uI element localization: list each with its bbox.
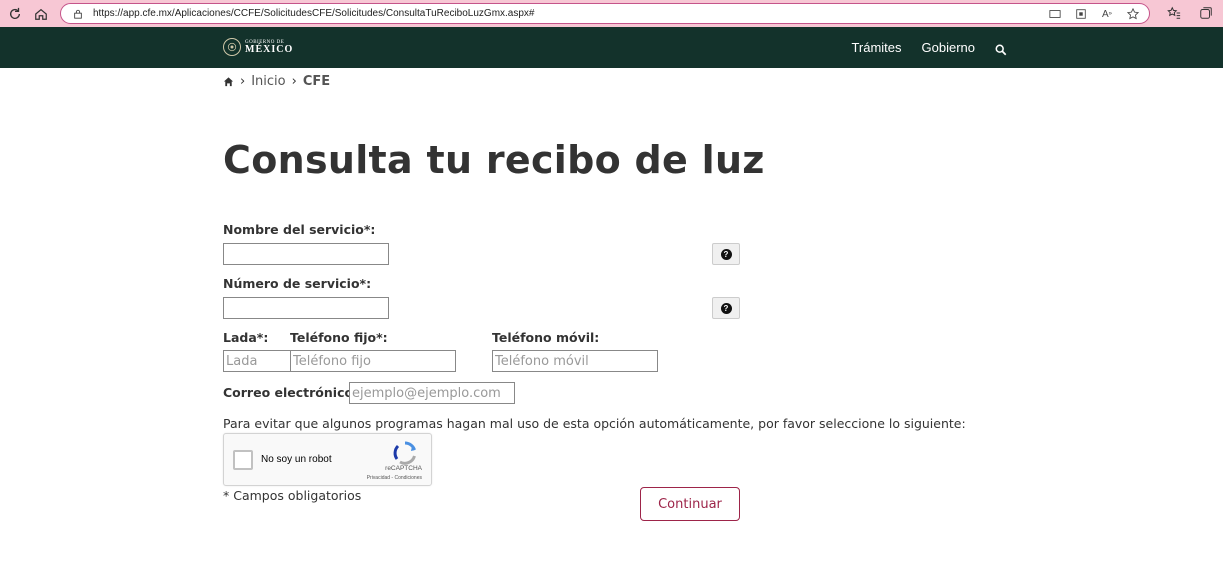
mobile-label: Teléfono móvil: [492, 330, 600, 345]
email-input[interactable] [349, 382, 515, 404]
lada-input[interactable] [223, 350, 291, 372]
home-icon[interactable] [223, 76, 234, 87]
refresh-icon[interactable] [4, 3, 26, 25]
seal-icon [223, 38, 241, 56]
recaptcha-widget: No soy un robot reCAPTCHA Privacidad - C… [223, 433, 432, 486]
reader-view-icon[interactable] [1047, 6, 1063, 22]
chevron-right-icon: › [240, 74, 246, 89]
favorite-star-icon[interactable] [1125, 6, 1141, 22]
phone-input[interactable] [290, 350, 456, 372]
captcha-notice: Para evitar que algunos programas hagan … [223, 416, 966, 431]
favorites-icon[interactable] [1165, 4, 1183, 22]
service-number-input[interactable] [223, 297, 389, 319]
search-icon[interactable] [995, 41, 1009, 55]
breadcrumb: › Inicio › CFE [223, 74, 330, 89]
app-available-icon[interactable] [1073, 6, 1089, 22]
recaptcha-checkbox[interactable] [233, 450, 253, 470]
nav-gobierno[interactable]: Gobierno [922, 40, 975, 55]
service-name-help-button[interactable]: ? [712, 243, 740, 265]
chevron-right-icon: › [291, 74, 297, 89]
service-number-label: Número de servicio*: [223, 276, 372, 291]
gobierno-logo[interactable]: GOBIERNO DE MÉXICO [223, 38, 293, 56]
breadcrumb-cfe: CFE [302, 74, 331, 89]
service-name-label: Nombre del servicio*: [223, 222, 376, 237]
nav-tramites[interactable]: Trámites [851, 40, 901, 55]
collections-icon[interactable] [1197, 4, 1215, 22]
required-fields-note: * Campos obligatorios [223, 488, 362, 503]
recaptcha-brand: reCAPTCHA [385, 465, 422, 472]
lock-icon [71, 7, 85, 21]
phone-label: Teléfono fijo*: [290, 330, 388, 345]
recaptcha-label: No soy un robot [261, 454, 332, 465]
url-text: https://app.cfe.mx/Aplicaciones/CCFE/Sol… [93, 8, 535, 19]
gov-header: GOBIERNO DE MÉXICO Trámites Gobierno [0, 27, 1223, 68]
read-aloud-icon[interactable]: A» [1099, 6, 1115, 22]
service-name-input[interactable] [223, 243, 389, 265]
question-circle-icon: ? [720, 302, 732, 314]
service-number-help-button[interactable]: ? [712, 297, 740, 319]
home-icon[interactable] [30, 3, 52, 25]
logo-line-2: MÉXICO [245, 43, 294, 55]
address-bar[interactable]: https://app.cfe.mx/Aplicaciones/CCFE/Sol… [60, 3, 1150, 24]
recaptcha-logo-icon [392, 440, 418, 466]
breadcrumb-inicio[interactable]: Inicio [251, 74, 285, 89]
recaptcha-terms-link[interactable]: Privacidad - Condiciones [367, 475, 422, 481]
question-circle-icon: ? [720, 248, 732, 260]
page-title: Consulta tu recibo de luz [223, 138, 765, 182]
mobile-input[interactable] [492, 350, 658, 372]
browser-toolbar: https://app.cfe.mx/Aplicaciones/CCFE/Sol… [0, 0, 1223, 27]
lada-label: Lada*: [223, 330, 269, 345]
gov-nav: Trámites Gobierno [851, 40, 1009, 55]
email-label: Correo electrónico*: [223, 385, 365, 400]
continue-button[interactable]: Continuar [640, 487, 740, 521]
